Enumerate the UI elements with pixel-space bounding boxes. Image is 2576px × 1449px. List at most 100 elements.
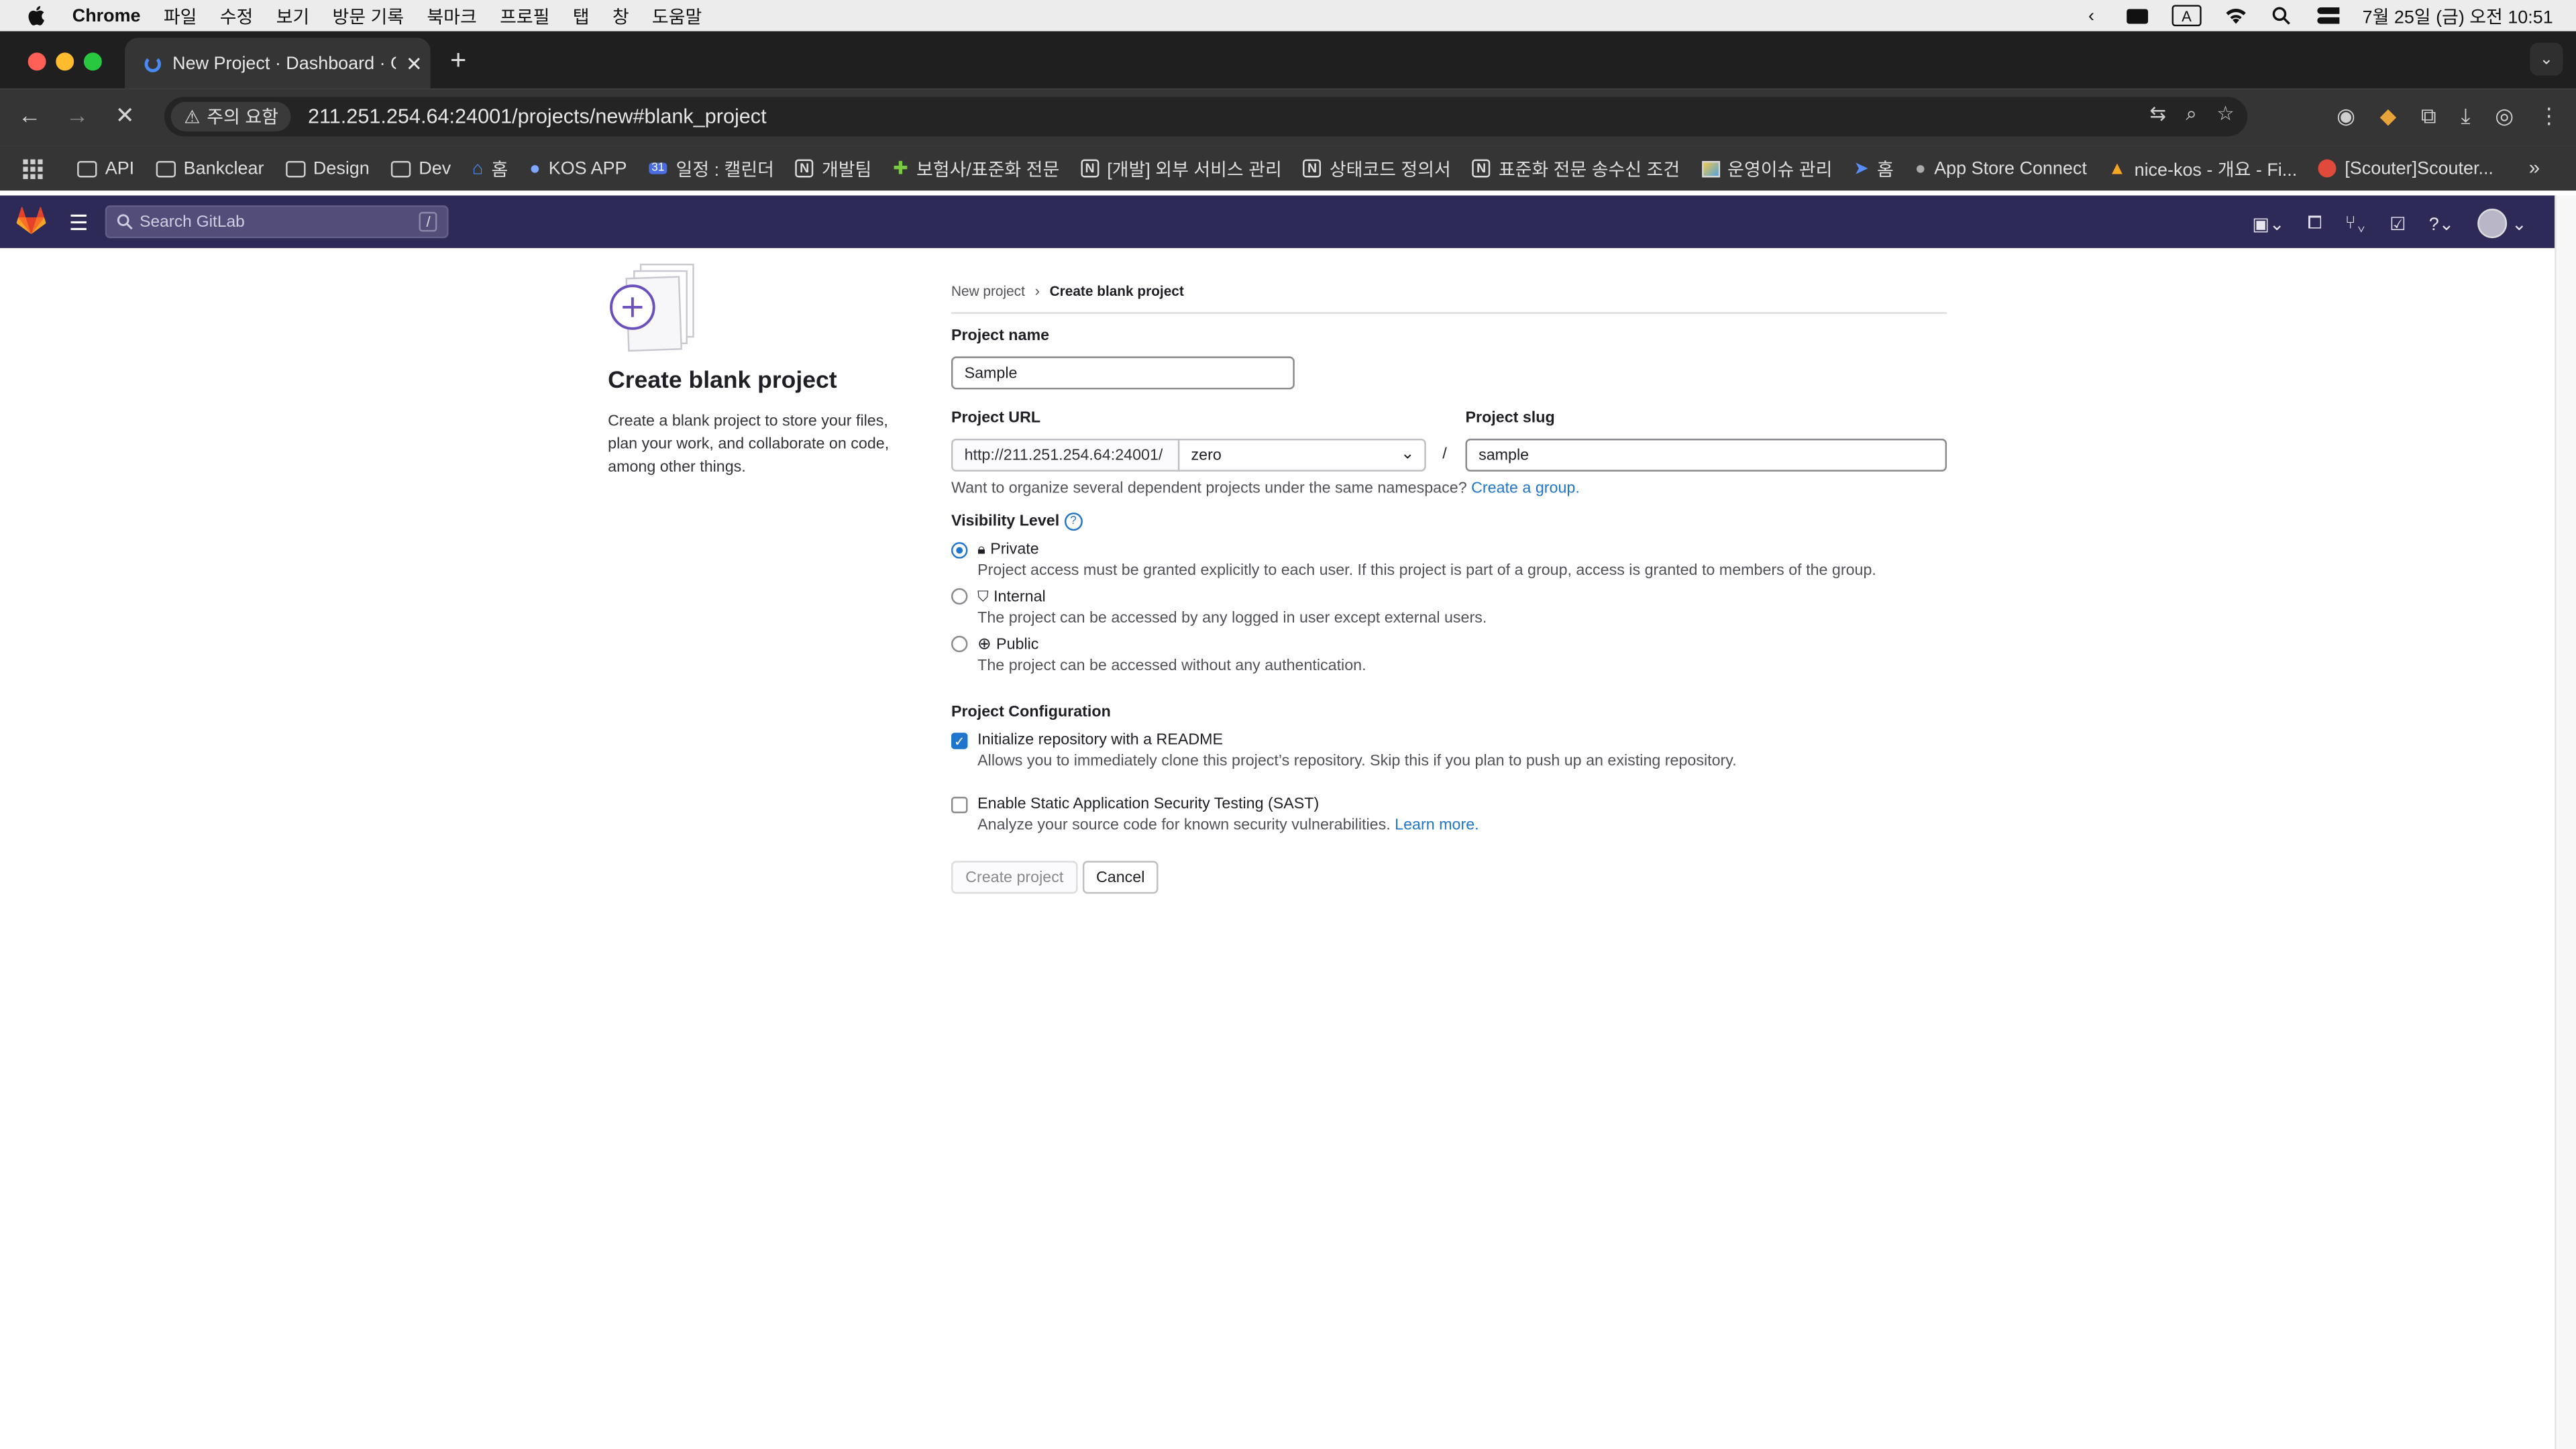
bookmark-star-icon[interactable]: ☆ xyxy=(2216,102,2234,127)
bookmark-firebase[interactable]: ▲ nice-kos - 개요 - Fi... xyxy=(2108,155,2298,181)
bookmark-scouter[interactable]: [Scouter]Scouter... xyxy=(2318,158,2493,178)
breadcrumb-current: Create blank project xyxy=(1049,282,1184,299)
address-bar[interactable]: ⚠ 주의 요함 211.251.254.64:24001/projects/ne… xyxy=(164,97,2248,137)
menubar-item-help[interactable]: 도움말 xyxy=(652,3,702,29)
merge-requests-icon[interactable]: ⑂⌄ xyxy=(2345,213,2367,233)
menubar-app-name[interactable]: Chrome xyxy=(72,6,141,25)
browser-tab-strip: New Project · Dashboard · GitLab ✕ + ⌄ xyxy=(0,31,2576,89)
bookmark-status-codes[interactable]: N 상태코드 정의서 xyxy=(1303,155,1451,181)
menubar-status-area: ‹ A 7월 25일 (금) 오전 10:51 xyxy=(2080,0,2553,32)
menubar-item-profiles[interactable]: 프로필 xyxy=(500,3,549,29)
menubar-item-tab[interactable]: 탭 xyxy=(573,3,590,29)
menubar-item-edit[interactable]: 수정 xyxy=(220,3,254,29)
bookmark-home-2[interactable]: ➤ 홈 xyxy=(1854,155,1894,181)
breadcrumb: New project › Create blank project xyxy=(951,279,1947,302)
control-center-icon[interactable] xyxy=(2316,6,2340,25)
visibility-internal-label[interactable]: ⛉ Internal xyxy=(977,588,1046,606)
zoom-icon[interactable]: ⌕ xyxy=(2186,102,2196,127)
menubar-item-history[interactable]: 방문 기록 xyxy=(332,3,404,29)
menubar-clock[interactable]: 7월 25일 (금) 오전 10:51 xyxy=(2363,3,2553,29)
chevron-right-icon: › xyxy=(1034,282,1040,299)
security-warning-chip[interactable]: ⚠ 주의 요함 xyxy=(170,101,292,131)
new-tab-button[interactable]: + xyxy=(450,44,466,77)
chrome-menu-icon[interactable]: ⋮ xyxy=(2538,103,2560,129)
url-text[interactable]: 211.251.254.64:24001/projects/new#blank_… xyxy=(308,105,767,128)
bookmark-standard-conditions[interactable]: N 표준화 전문 송수신 조건 xyxy=(1472,155,1680,181)
sast-desc-text: Analyze your source code for known secur… xyxy=(977,816,1391,835)
visibility-public-radio[interactable] xyxy=(951,635,968,653)
window-close-button[interactable] xyxy=(28,52,46,71)
project-slug-input[interactable]: sample xyxy=(1465,438,1947,472)
bookmarks-bar: API Bankclear Design Dev ⌂ 홈 ● KOS APP 31 일… xyxy=(0,146,2576,191)
color-picker-extension-icon[interactable]: ◆ xyxy=(2380,103,2396,129)
profile-icon[interactable]: ◎ xyxy=(2495,103,2514,129)
gitlab-search-input[interactable]: Search GitLab / xyxy=(105,205,449,239)
bookmark-ops-issues[interactable]: 운영이슈 관리 xyxy=(1701,155,1832,181)
readme-checkbox[interactable]: ✓ xyxy=(951,733,968,749)
todos-icon[interactable]: ☑ xyxy=(2390,213,2406,234)
apple-menu-icon[interactable] xyxy=(26,5,46,26)
back-arrow-icon[interactable]: ← xyxy=(15,102,44,128)
visibility-public-label[interactable]: ⊕ Public xyxy=(977,636,1038,654)
namespace-select[interactable]: zero ⌄ xyxy=(1177,438,1426,472)
stop-loading-icon[interactable]: ✕ xyxy=(110,102,140,130)
help-icon[interactable]: ?⌄ xyxy=(2429,213,2455,234)
create-project-button[interactable]: Create project xyxy=(951,861,1078,894)
breadcrumb-new-project[interactable]: New project xyxy=(951,282,1025,299)
learn-more-link[interactable]: Learn more. xyxy=(1395,816,1479,835)
issues-icon[interactable]: ⧠ xyxy=(2308,213,2322,234)
spotlight-search-icon[interactable] xyxy=(2270,6,2293,25)
create-new-icon[interactable]: ▣⌄ xyxy=(2252,213,2284,234)
forward-arrow-icon[interactable]: → xyxy=(62,102,92,128)
bookmark-dev-team[interactable]: N 개발팀 xyxy=(795,155,871,181)
create-group-link[interactable]: Create a group. xyxy=(1471,480,1580,498)
visibility-private-label[interactable]: 🔒︎ Private xyxy=(977,541,1039,559)
hamburger-menu-icon[interactable]: ☰ xyxy=(69,210,89,236)
bookmark-label: 일정 : 캘린더 xyxy=(676,160,774,180)
menubar-item-bookmarks[interactable]: 북마크 xyxy=(427,3,476,29)
menubar-item-window[interactable]: 창 xyxy=(612,3,629,29)
translate-icon[interactable]: ⇆ xyxy=(2149,102,2166,127)
menubar-item-view[interactable]: 보기 xyxy=(276,3,310,29)
browser-tab-active[interactable]: New Project · Dashboard · GitLab ✕ xyxy=(125,38,431,89)
bookmark-home[interactable]: ⌂ 홈 xyxy=(472,155,508,181)
page-scrollbar[interactable] xyxy=(2555,195,2576,1449)
menubar-item-file[interactable]: 파일 xyxy=(164,3,197,29)
search-shortcut-badge: / xyxy=(419,211,437,232)
sast-checkbox[interactable] xyxy=(951,796,968,814)
cancel-button[interactable]: Cancel xyxy=(1082,861,1159,894)
download-icon[interactable]: ⤓ xyxy=(2461,103,2470,129)
bookmark-folder-bankclear[interactable]: Bankclear xyxy=(156,158,264,178)
keyboard-icon[interactable] xyxy=(2126,6,2149,25)
bookmark-external-services[interactable]: N [개발] 외부 서비스 관리 xyxy=(1081,155,1282,181)
bookmark-folder-dev[interactable]: Dev xyxy=(390,158,451,178)
bookmark-app-store-connect[interactable]: ● App Store Connect xyxy=(1915,158,2087,178)
bookmark-kos-app[interactable]: ● KOS APP xyxy=(529,158,627,178)
project-name-input[interactable]: Sample xyxy=(951,356,1295,390)
readme-label[interactable]: Initialize repository with a README xyxy=(977,731,1223,749)
wifi-icon[interactable] xyxy=(2224,6,2247,25)
gitlab-logo-icon[interactable] xyxy=(16,207,46,235)
bookmark-insurance-standard[interactable]: ✚ 보험사/표준화 전문 xyxy=(893,155,1059,181)
visibility-internal-radio[interactable] xyxy=(951,588,968,605)
user-menu[interactable]: ⌄ xyxy=(2477,209,2527,239)
bookmark-folder-api[interactable]: API xyxy=(77,158,134,178)
apps-grid-icon[interactable] xyxy=(23,158,43,178)
window-minimize-button[interactable] xyxy=(56,52,74,71)
input-source-icon[interactable]: A xyxy=(2171,5,2202,27)
visibility-private-radio[interactable] xyxy=(951,542,968,559)
help-circle-icon[interactable]: ? xyxy=(1064,513,1083,531)
project-name-label: Project name xyxy=(951,327,1050,345)
sast-label[interactable]: Enable Static Application Security Testi… xyxy=(977,795,1319,813)
tab-search-button[interactable]: ⌄ xyxy=(2530,42,2563,76)
chevron-left-icon[interactable]: ‹ xyxy=(2080,6,2102,25)
visibility-public-text: Public xyxy=(996,635,1039,654)
bookmark-folder-design[interactable]: Design xyxy=(285,158,370,178)
tab-close-icon[interactable]: ✕ xyxy=(406,52,423,74)
window-zoom-button[interactable] xyxy=(83,52,102,71)
chevron-down-icon: ⌄ xyxy=(1401,445,1415,464)
extensions-puzzle-icon[interactable]: ⧉ xyxy=(2421,103,2436,129)
screenshot-extension-icon[interactable]: ◉ xyxy=(2337,103,2355,129)
bookmark-calendar[interactable]: 31 일정 : 캘린더 xyxy=(648,155,774,181)
bookmarks-overflow-icon[interactable]: » xyxy=(2529,156,2540,179)
